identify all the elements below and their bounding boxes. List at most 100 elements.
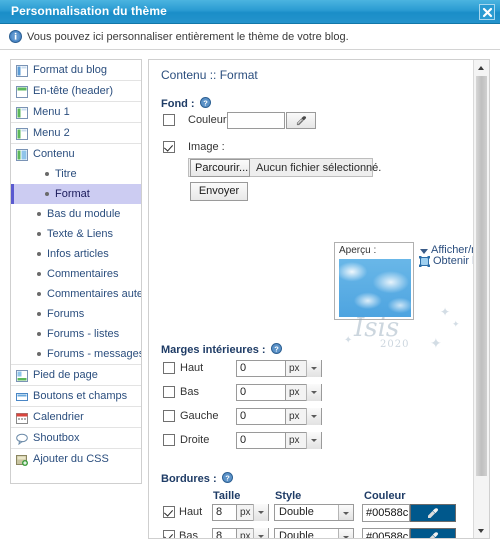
info-icon [9, 30, 22, 43]
bullet-icon [37, 212, 41, 216]
help-icon[interactable]: ? [199, 97, 211, 108]
page-title: Contenu :: Format [161, 68, 258, 82]
chevron-down-icon[interactable] [420, 249, 428, 254]
marge-haut-checkbox[interactable] [163, 362, 175, 374]
bordure-haut-color-input[interactable]: #00588c [362, 504, 410, 522]
sidebar-item-forums[interactable]: Forums [11, 304, 141, 324]
bordure-haut-size-input[interactable]: 8 [212, 504, 237, 521]
scroll-up-arrow-icon[interactable] [474, 60, 489, 75]
settings-scrollbar[interactable] [473, 60, 489, 538]
bordure-haut-style-select[interactable]: Double [274, 504, 354, 521]
help-icon[interactable]: ? [270, 343, 282, 354]
info-text: Vous pouvez ici personnaliser entièremen… [27, 31, 349, 43]
sidebar-item-menu-1[interactable]: Menu 1 [11, 102, 141, 123]
bullet-icon [45, 172, 49, 176]
sidebar-item-ajouter-du-css[interactable]: Ajouter du CSS [11, 449, 141, 469]
close-icon[interactable] [479, 4, 495, 20]
marge-bas-input[interactable]: 0 [236, 384, 286, 401]
fond-section-label: Fond : ? [161, 97, 211, 110]
fond-couleur-checkbox[interactable] [163, 114, 175, 126]
bordure-haut-checkbox[interactable] [163, 506, 175, 518]
marge-gauche-checkbox[interactable] [163, 410, 175, 422]
fond-image-checkbox[interactable] [163, 141, 175, 153]
bullet-icon [37, 292, 41, 296]
marge-bas-label: Bas [180, 386, 199, 398]
sidebar-item-label: Format du blog [33, 64, 107, 76]
sidebar-item-commentaires-auteur[interactable]: Commentaires auteur [11, 284, 141, 304]
marge-droite-label: Droite [180, 434, 210, 446]
sidebar-item-label: Menu 1 [33, 106, 70, 118]
help-icon[interactable]: ? [221, 472, 233, 483]
window-title: Personnalisation du thème [11, 4, 167, 18]
sidebar-item-bas-du-module[interactable]: Bas du module [11, 204, 141, 224]
chevron-down-icon [253, 528, 268, 538]
sidebar-item-label: Boutons et champs [33, 390, 128, 402]
marge-gauche-input[interactable]: 0 [236, 408, 286, 425]
scroll-down-arrow-icon[interactable] [474, 523, 489, 538]
sidebar-item-label: Pied de page [33, 369, 98, 381]
sidebar-item-label: Shoutbox [33, 432, 80, 444]
marge-haut-unit-select[interactable]: px [286, 360, 322, 377]
sidebar-item-titre[interactable]: Titre [11, 164, 141, 184]
bordure-bas-style-select[interactable]: Double [274, 528, 354, 538]
layout-menu-icon [16, 127, 28, 140]
image-preview-box: Aperçu : [334, 242, 414, 320]
marge-droite-unit-select[interactable]: px [286, 432, 322, 449]
bordure-haut-unit-select[interactable]: px [237, 504, 269, 521]
preview-label: Aperçu : [339, 245, 377, 256]
star-icon: ✦ [452, 319, 460, 329]
bordure-haut-label: Haut [179, 506, 203, 518]
chevron-down-icon [306, 432, 321, 449]
sidebar-item-pied-de-page[interactable]: Pied de page [11, 365, 141, 386]
sidebar-item-shoutbox[interactable]: Shoutbox [11, 428, 141, 449]
sidebar-item-menu-2[interactable]: Menu 2 [11, 123, 141, 144]
sidebar-item-boutons-et-champs[interactable]: Boutons et champs [11, 386, 141, 407]
sidebar-item-forums-messages[interactable]: Forums - messages [11, 344, 141, 365]
buttons-icon [16, 390, 28, 402]
sidebar-item-label: Forums - messages [47, 348, 142, 360]
bordure-bas-size-input[interactable]: 8 [212, 528, 237, 538]
sidebar-item-contenu[interactable]: Contenu [11, 144, 141, 164]
sidebar-item-commentaires[interactable]: Commentaires [11, 264, 141, 284]
bullet-icon [45, 192, 49, 196]
sidebar-item-texte-liens[interactable]: Texte & Liens [11, 224, 141, 244]
sidebar-item-label: Forums [47, 308, 85, 320]
send-button[interactable]: Envoyer [190, 182, 248, 201]
element-dimensions-icon[interactable] [419, 256, 430, 267]
fond-couleur-input[interactable] [227, 112, 285, 129]
sidebar-item-forums-listes[interactable]: Forums - listes [11, 324, 141, 344]
sidebar-item-en-tete[interactable]: En-tête (header) [11, 81, 141, 102]
sidebar-item-infos-articles[interactable]: Infos articles [11, 244, 141, 264]
sidebar-item-label: Contenu [33, 148, 75, 160]
svg-text:?: ? [274, 344, 279, 353]
star-icon: ✦ [344, 335, 353, 346]
sidebar-item-format[interactable]: Format [11, 184, 141, 204]
bordure-bas-checkbox[interactable] [163, 530, 175, 538]
marge-droite-checkbox[interactable] [163, 434, 175, 446]
sidebar-item-label: Format [55, 188, 90, 200]
bullet-icon [37, 272, 41, 276]
sidebar-item-label: Calendrier [33, 411, 84, 423]
marge-bas-unit-select[interactable]: px [286, 384, 322, 401]
sidebar-item-label: Infos articles [47, 248, 109, 260]
info-bar: Vous pouvez ici personnaliser entièremen… [0, 24, 500, 50]
bordure-bas-color-input[interactable]: #00588c [362, 528, 410, 538]
browse-button[interactable]: Parcourir... [190, 159, 250, 177]
scrollbar-thumb[interactable] [476, 76, 487, 476]
svg-text:?: ? [225, 473, 230, 482]
marge-gauche-unit-select[interactable]: px [286, 408, 322, 425]
sidebar-item-label: Texte & Liens [47, 228, 114, 240]
bordure-bas-label: Bas [179, 530, 198, 539]
marge-bas-checkbox[interactable] [163, 386, 175, 398]
sidebar-item-calendrier[interactable]: Calendrier [11, 407, 141, 428]
watermark-sub: 2020 [380, 339, 410, 350]
marge-haut-input[interactable]: 0 [236, 360, 286, 377]
column-header-style: Style [275, 490, 302, 502]
layout-content-icon [16, 148, 28, 161]
marge-droite-input[interactable]: 0 [236, 432, 286, 449]
sidebar-item-format-du-blog[interactable]: Format du blog [11, 60, 141, 81]
bordure-bas-color-swatch[interactable] [410, 528, 456, 538]
bordure-bas-unit-select[interactable]: px [237, 528, 269, 538]
fond-couleur-eyedropper-icon[interactable] [286, 112, 316, 129]
bordure-haut-color-swatch[interactable] [410, 504, 456, 522]
